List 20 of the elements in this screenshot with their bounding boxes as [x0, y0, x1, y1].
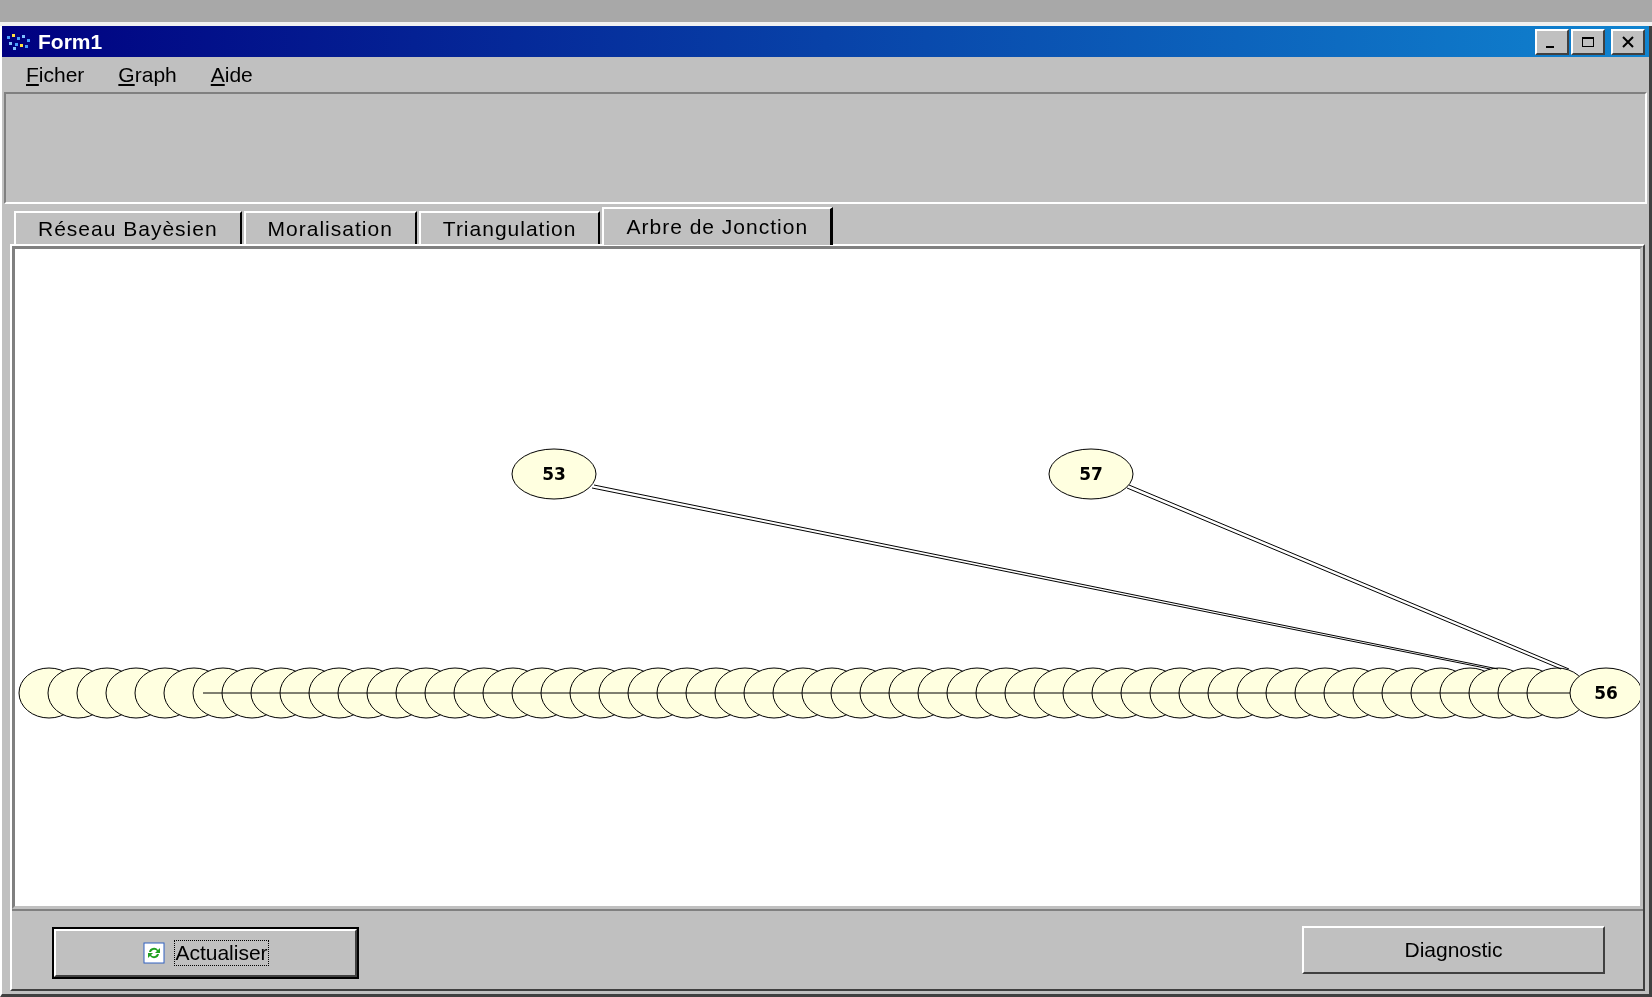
- refresh-icon: [143, 942, 166, 964]
- menu-item[interactable]: Graph: [118, 62, 177, 87]
- tab[interactable]: Arbre de Jonction: [602, 207, 834, 245]
- close-button[interactable]: [1611, 28, 1645, 55]
- minimize-button[interactable]: [1535, 28, 1569, 55]
- close-icon: [1620, 34, 1636, 49]
- graph-node: 57: [1048, 448, 1134, 500]
- action-button[interactable]: Diagnostic: [1302, 926, 1605, 974]
- menu-item[interactable]: Ficher: [26, 62, 85, 87]
- menu-item[interactable]: Aide: [210, 62, 253, 87]
- tab[interactable]: Triangulation: [418, 211, 601, 244]
- graph-node: 53: [511, 448, 597, 500]
- tab[interactable]: Moralisation: [243, 211, 417, 244]
- app-icon: [6, 32, 32, 51]
- window-title: Form1: [38, 29, 103, 54]
- action-button[interactable]: Actualiser: [54, 929, 357, 977]
- tab[interactable]: Réseau Bayèsien: [14, 211, 242, 244]
- minimize-icon: [1546, 45, 1554, 48]
- maximize-button[interactable]: [1571, 28, 1605, 55]
- graph-node: 56: [1569, 667, 1640, 719]
